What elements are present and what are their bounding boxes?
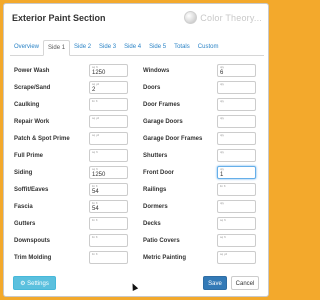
field-label: Garage Door Frames xyxy=(143,136,203,142)
field-front-door: Front Door qty 1 xyxy=(4,166,268,179)
doors-input[interactable]: qty xyxy=(217,81,256,94)
field-metric-painting: Metric Painting sq yd xyxy=(4,251,268,264)
railings-input[interactable]: lin ft xyxy=(217,183,256,196)
unit-hint: qty xyxy=(220,201,225,205)
field-decks: Decks sq ft xyxy=(4,217,268,230)
save-button[interactable]: Save xyxy=(203,276,227,290)
field-garage-door-frames: Garage Door Frames qty xyxy=(4,132,268,145)
field-patio-covers: Patio Covers sq ft xyxy=(4,234,268,247)
tab-overview[interactable]: Overview xyxy=(10,40,43,55)
unit-hint: qty xyxy=(220,150,225,154)
field-windows: Windows qty 6 xyxy=(4,64,268,77)
field-label: Windows xyxy=(143,68,170,74)
settings-button[interactable]: ⚙ Settings xyxy=(13,276,56,290)
field-railings: Railings lin ft xyxy=(4,183,268,196)
cancel-button[interactable]: Cancel xyxy=(231,276,259,290)
unit-hint: qty xyxy=(220,65,225,69)
field-label: Dormers xyxy=(143,204,168,210)
front-door-input[interactable]: qty 1 xyxy=(217,166,256,179)
decks-input[interactable]: sq ft xyxy=(217,217,256,230)
input-value: 6 xyxy=(220,70,224,76)
field-label: Decks xyxy=(143,221,161,227)
unit-hint: sq ft xyxy=(220,218,226,222)
field-dormers: Dormers qty xyxy=(4,200,268,213)
dialog-header: Exterior Paint Section Color Theory... xyxy=(4,4,268,32)
tab-side-1[interactable]: Side 1 xyxy=(43,40,71,56)
unit-hint: sq ft xyxy=(220,235,226,239)
logo-text: Color Theory... xyxy=(200,12,262,23)
field-label: Metric Painting xyxy=(143,255,187,261)
unit-hint: qty xyxy=(220,82,225,86)
unit-hint: qty xyxy=(220,133,225,137)
tab-side-5[interactable]: Side 5 xyxy=(145,40,170,55)
tab-side-4[interactable]: Side 4 xyxy=(120,40,145,55)
tab-side-3[interactable]: Side 3 xyxy=(95,40,120,55)
field-garage-doors: Garage Doors qty xyxy=(4,115,268,128)
logo-circle-icon xyxy=(184,11,198,24)
garage-door-frames-input[interactable]: qty xyxy=(217,132,256,145)
garage-doors-input[interactable]: qty xyxy=(217,115,256,128)
dialog-title: Exterior Paint Section xyxy=(12,13,106,23)
dormers-input[interactable]: qty xyxy=(217,200,256,213)
field-label: Patio Covers xyxy=(143,238,180,244)
unit-hint: qty xyxy=(220,99,225,103)
field-label: Railings xyxy=(143,187,167,193)
color-theory-logo: Color Theory... xyxy=(184,11,262,24)
shutters-input[interactable]: qty xyxy=(217,149,256,162)
door-frames-input[interactable]: qty xyxy=(217,98,256,111)
metric-painting-input[interactable]: sq yd xyxy=(217,251,256,264)
field-label: Front Door xyxy=(143,170,174,176)
unit-hint: lin ft xyxy=(220,184,226,188)
field-label: Shutters xyxy=(143,153,168,159)
unit-hint: qty xyxy=(220,116,225,120)
exterior-paint-dialog: Exterior Paint Section Color Theory... O… xyxy=(3,3,269,297)
windows-input[interactable]: qty 6 xyxy=(217,64,256,77)
input-value: 1 xyxy=(220,172,224,178)
field-door-frames: Door Frames qty xyxy=(4,98,268,111)
tab-totals[interactable]: Totals xyxy=(170,40,194,55)
unit-hint: qty xyxy=(220,167,225,171)
side-tabs: Overview Side 1 Side 2 Side 3 Side 4 Side 5 To… xyxy=(10,40,264,56)
field-shutters: Shutters qty xyxy=(4,149,268,162)
tab-custom[interactable]: Custom xyxy=(194,40,223,55)
tab-side-2[interactable]: Side 2 xyxy=(70,40,95,55)
patio-covers-input[interactable]: sq ft xyxy=(217,234,256,247)
field-doors: Doors qty xyxy=(4,81,268,94)
field-label: Garage Doors xyxy=(143,119,183,125)
field-label: Door Frames xyxy=(143,102,181,108)
field-label: Doors xyxy=(143,85,161,91)
unit-hint: sq yd xyxy=(220,252,228,256)
